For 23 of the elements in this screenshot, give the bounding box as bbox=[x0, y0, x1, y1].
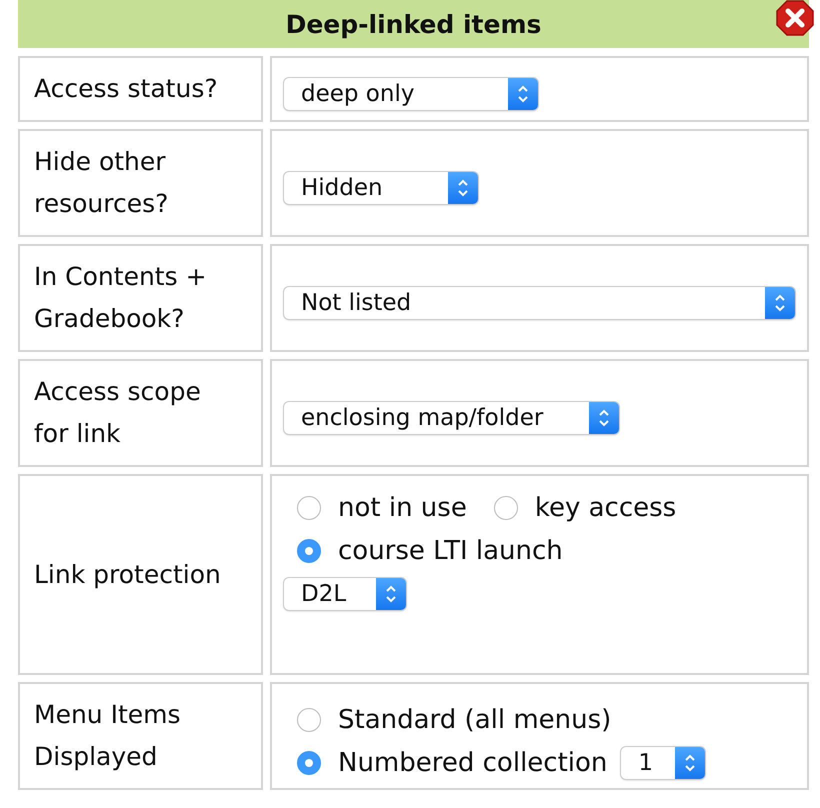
close-icon[interactable] bbox=[775, 0, 815, 36]
radio-option[interactable]: Numbered collection bbox=[297, 748, 608, 778]
dropdown[interactable]: 1 bbox=[621, 746, 706, 778]
row-label: Access scope for link bbox=[18, 359, 263, 467]
row-label: Menu Items Displayed bbox=[18, 682, 263, 790]
dropdown[interactable]: Not listed bbox=[284, 287, 795, 319]
chevron-icon bbox=[456, 177, 470, 199]
radio-option[interactable]: course LTI launch bbox=[297, 536, 563, 566]
radio-option[interactable]: not in use bbox=[297, 492, 467, 522]
row-label: Access status? bbox=[18, 56, 263, 122]
dropdown[interactable]: Hidden bbox=[284, 172, 478, 204]
dropdown[interactable]: D2L bbox=[284, 578, 406, 610]
row-label: Link protection bbox=[18, 474, 263, 675]
chevron-icon bbox=[773, 292, 787, 314]
radio-option[interactable]: Standard (all menus) bbox=[297, 704, 612, 734]
dropdown[interactable]: enclosing map/folder bbox=[284, 402, 619, 434]
row-label: In Contents + Gradebook? bbox=[18, 244, 263, 352]
radio-option[interactable]: key access bbox=[494, 492, 676, 522]
dropdown[interactable]: deep only bbox=[284, 78, 538, 110]
chevron-icon bbox=[597, 407, 611, 429]
table-title: Deep-linked items bbox=[286, 10, 542, 38]
row-label: Hide other resources? bbox=[18, 129, 263, 237]
chevron-icon bbox=[516, 83, 530, 105]
